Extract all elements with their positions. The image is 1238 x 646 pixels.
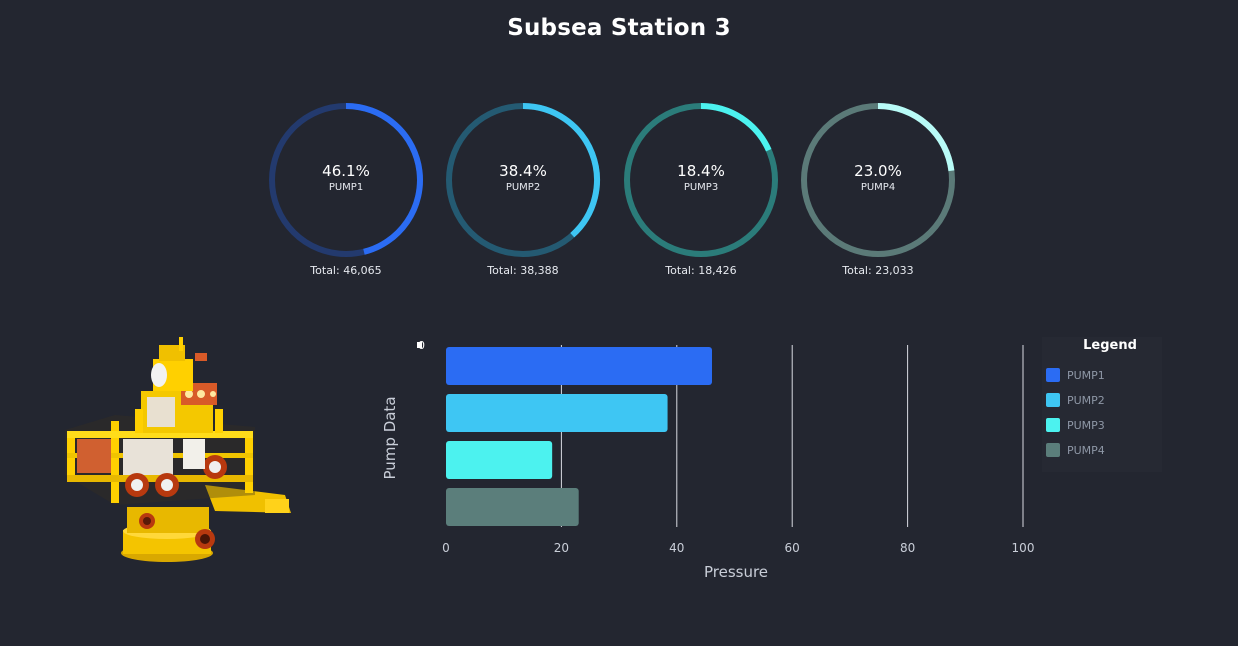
legend-label: PUMP3 [1067, 419, 1105, 432]
x-tick-label: 80 [900, 541, 915, 555]
x-tick-label: 0 [442, 541, 450, 555]
bar-pump4 [446, 488, 579, 526]
x-tick-label: 60 [785, 541, 800, 555]
x-tick-label: 20 [554, 541, 569, 555]
gauge-ring [624, 103, 778, 257]
legend-title: Legend [1083, 338, 1137, 353]
gauge-pump4: 23.0% PUMP4 Total: 23,033 [798, 100, 958, 280]
legend-label: PUMP2 [1067, 394, 1105, 407]
bar-pump3 [446, 441, 553, 479]
gauge-label: PUMP3 [683, 182, 719, 193]
legend-swatch [1046, 418, 1060, 432]
gauge-pump1: 46.1% PUMP1 Total: 46,065 [266, 100, 426, 280]
gauge-percent: 23.0% [854, 162, 902, 180]
bar-pump1 [446, 347, 712, 385]
x-tick-label: 100 [1012, 541, 1035, 555]
legend-label: PUMP4 [1067, 444, 1105, 457]
gauge-total: Total: 18,426 [665, 264, 737, 277]
gauge-progress-arc [700, 103, 772, 152]
legend-swatch [1046, 393, 1060, 407]
gauge-total: Total: 46,065 [310, 264, 382, 277]
x-tick-label: 40 [669, 541, 684, 555]
gauge-label: PUMP1 [328, 182, 364, 193]
gauge-total: Total: 38,388 [487, 264, 559, 277]
subsea-pump-module-icon [55, 335, 295, 570]
legend-label: PUMP1 [1067, 369, 1105, 382]
gauge-ring [269, 103, 423, 257]
gauge-pump2: 38.4% PUMP2 Total: 38,388 [443, 100, 603, 280]
gauge-percent: 38.4% [499, 162, 547, 180]
pump-pressure-bar-chart: 0204060801000PressurePump Data [381, 339, 1035, 581]
page-title: Subsea Station 3 [507, 15, 731, 41]
gauge-percent: 18.4% [677, 162, 725, 180]
y-axis-title: Pump Data [381, 396, 399, 479]
chart-legend: Legend PUMP1 PUMP2 PUMP3 PUMP4 [1042, 337, 1162, 472]
legend-swatch [1046, 368, 1060, 382]
gauge-pump3: 18.4% PUMP3 Total: 18,426 [621, 100, 781, 280]
gauge-total: Total: 23,033 [842, 264, 914, 277]
gauge-ring [446, 103, 600, 257]
y-tick-marker [417, 342, 422, 348]
gauge-ring [801, 103, 955, 257]
gauge-label: PUMP2 [505, 182, 541, 193]
legend-swatch [1046, 443, 1060, 457]
x-axis-title: Pressure [704, 563, 768, 581]
bar-pump2 [446, 394, 668, 432]
gauge-label: PUMP4 [860, 182, 896, 193]
gauge-percent: 46.1% [322, 162, 370, 180]
